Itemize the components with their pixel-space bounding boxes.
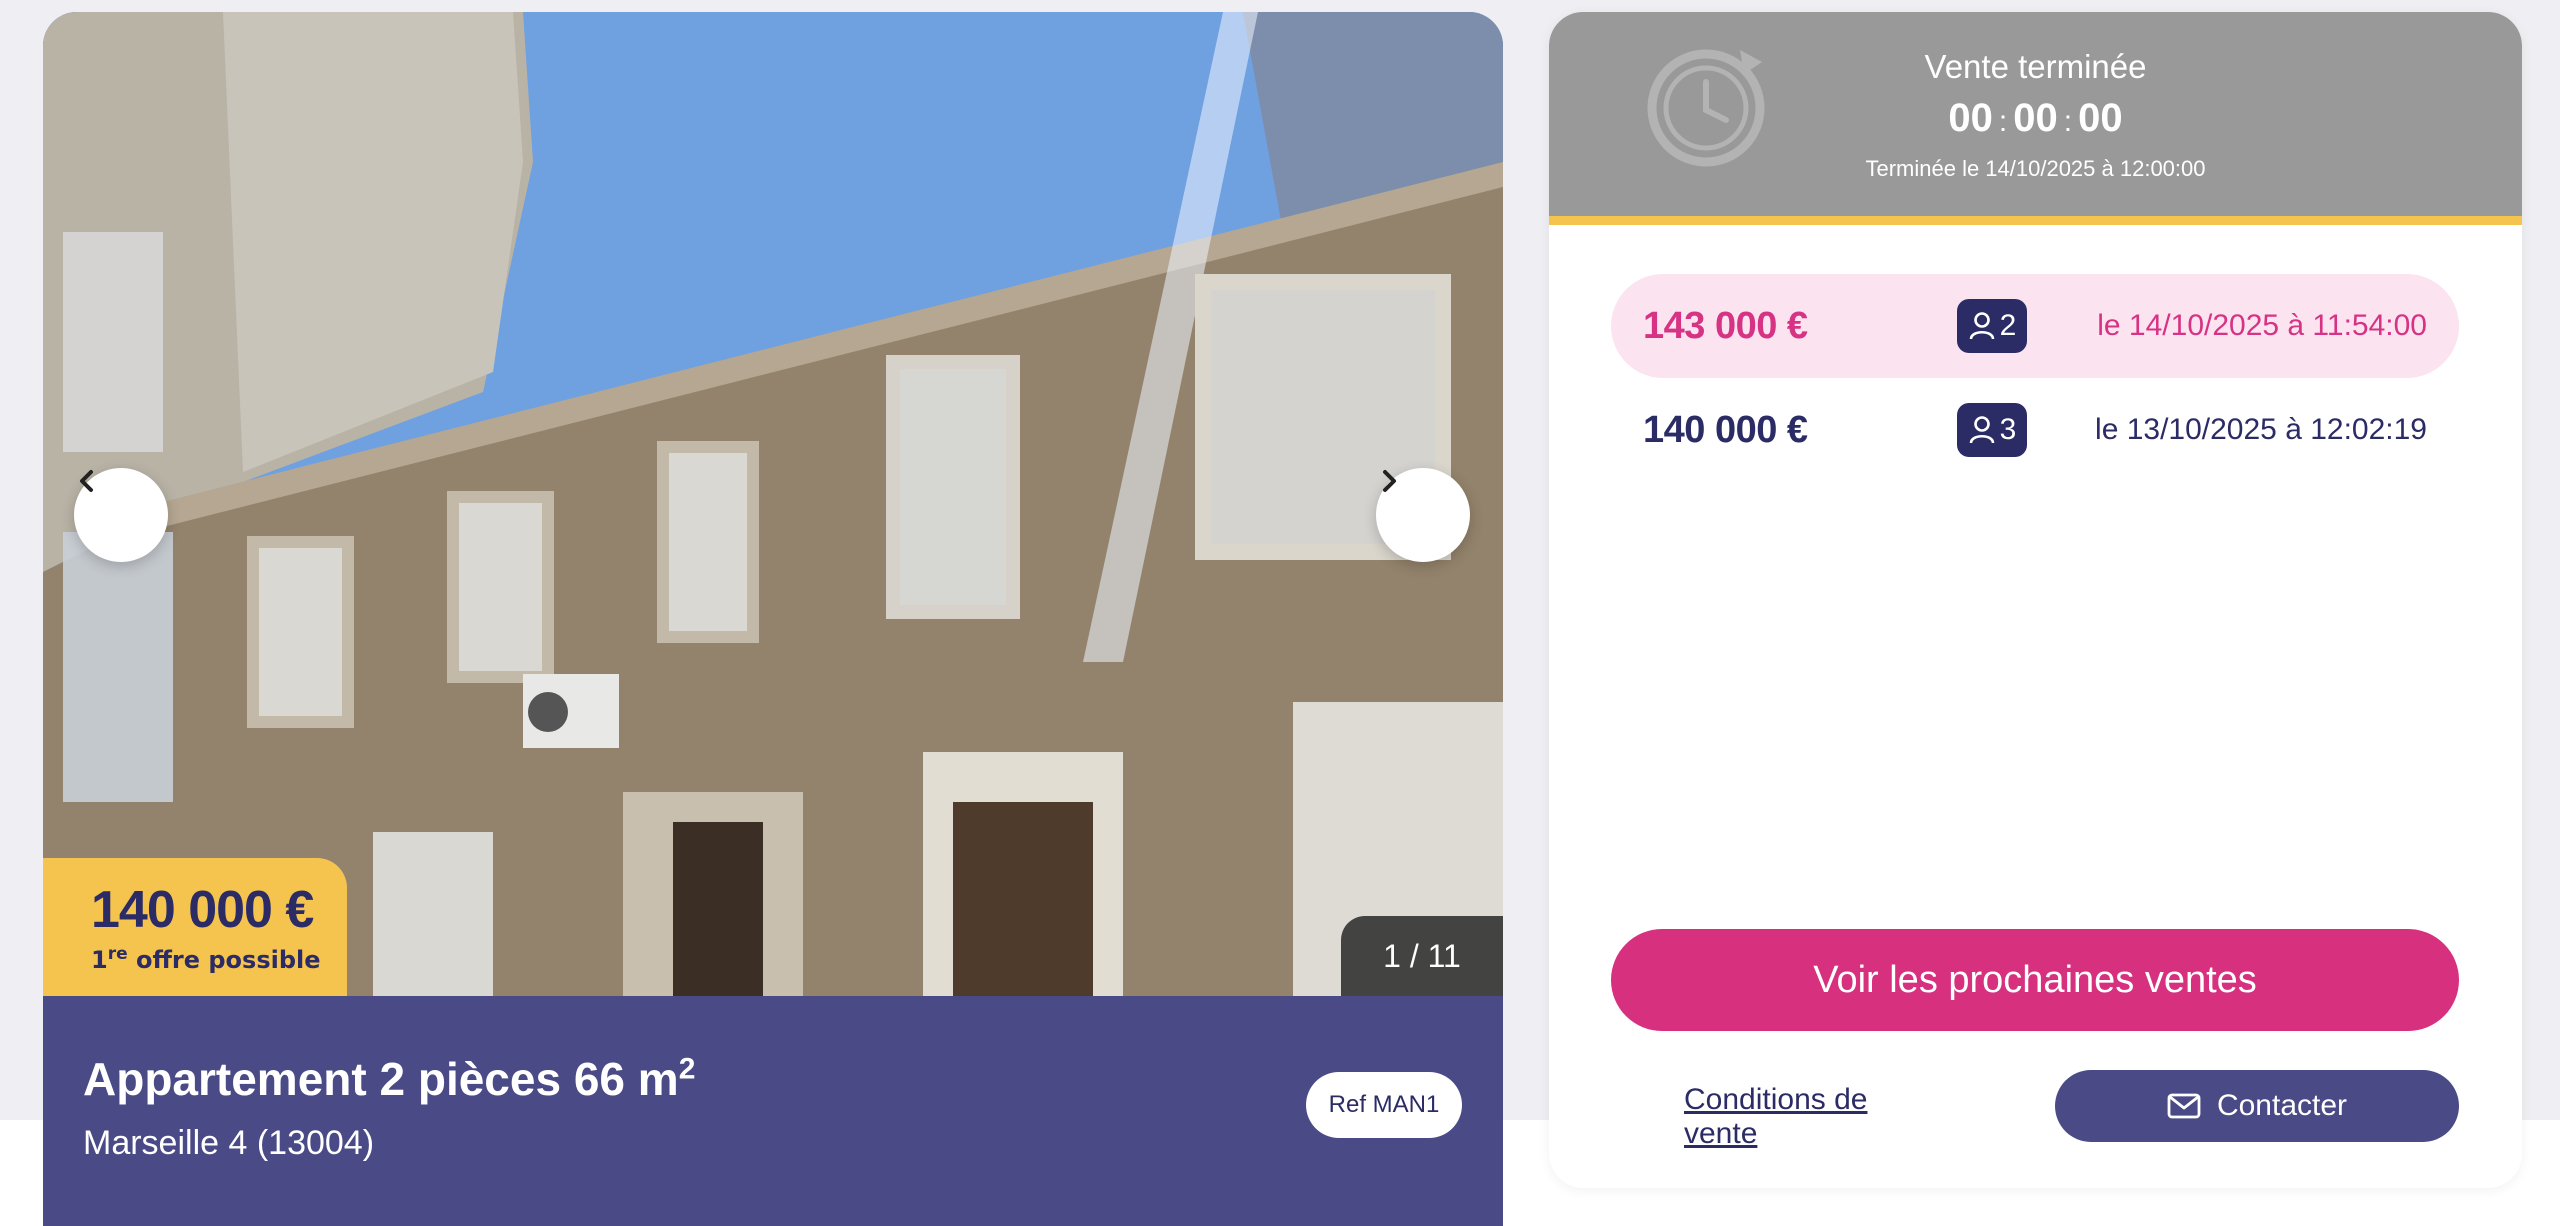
listing-title: Appartement 2 pièces 66 m2 — [83, 1052, 695, 1106]
user-icon — [1969, 312, 1994, 340]
bidder-count: 2 — [1999, 309, 2017, 342]
timer-separator: : — [1998, 105, 2008, 138]
bidder-count-badge: 2 — [1957, 299, 2027, 353]
bid-row: 140 000 € 3 le 13/10/2025 à 12:02:19 — [1611, 378, 2459, 482]
auction-ended-date: Terminée le 14/10/2025 à 12:00:00 — [1865, 156, 2206, 181]
auction-status-label: Vente terminée — [1924, 48, 2147, 85]
starting-price: 140 000 € — [91, 881, 314, 939]
timer-hours: 00 — [1948, 96, 1993, 140]
timer-separator: : — [2063, 105, 2073, 138]
bidder-count-badge: 3 — [1957, 403, 2027, 457]
bid-date: le 14/10/2025 à 11:54:00 — [2097, 309, 2427, 342]
timer-minutes: 00 — [2013, 96, 2058, 140]
bid-amount: 143 000 € — [1643, 305, 1808, 347]
upcoming-sales-button[interactable]: Voir les prochaines ventes — [1611, 929, 2459, 1031]
contact-label: Contacter — [2216, 1089, 2348, 1122]
listing-location: Marseille 4 (13004) — [83, 1124, 375, 1162]
bid-row: 143 000 € 2 le 14/10/2025 à 11:54:00 — [1611, 274, 2459, 378]
timer-seconds: 00 — [2078, 96, 2123, 140]
mail-icon — [2167, 1093, 2201, 1119]
chevron-right-icon — [1383, 470, 1396, 492]
first-offer-label: 1re offre possible — [91, 944, 347, 974]
bid-date: le 13/10/2025 à 12:02:19 — [2095, 413, 2427, 446]
auction-status-header: Vente terminée 00:00:00 Terminée le 14/1… — [1549, 12, 2522, 216]
listing-title-text: Appartement 2 pièces 66 m — [83, 1053, 679, 1105]
contact-button[interactable]: Contacter — [2055, 1070, 2459, 1142]
property-photo[interactable]: 140 000 € 1re offre possible 1 / 11 — [43, 12, 1503, 996]
bid-amount: 140 000 € — [1643, 409, 1808, 451]
first-offer-ordinal: re — [107, 944, 128, 964]
user-icon — [1969, 416, 1994, 444]
status-divider — [1549, 216, 2522, 225]
bidder-count: 3 — [1999, 413, 2017, 446]
building-illustration — [43, 12, 1503, 996]
price-badge: 140 000 € 1re offre possible — [43, 858, 347, 996]
previous-photo-button[interactable] — [74, 468, 168, 562]
chevron-left-icon — [80, 470, 93, 492]
auction-card: Vente terminée 00:00:00 Terminée le 14/1… — [1549, 12, 2522, 1188]
listing-card: 140 000 € 1re offre possible 1 / 11 Appa… — [43, 12, 1503, 1226]
sale-conditions-link[interactable]: Conditions de vente — [1684, 1082, 1946, 1152]
listing-info-bar: Appartement 2 pièces 66 m2 Marseille 4 (… — [43, 996, 1503, 1226]
countdown-timer: 00:00:00 — [1549, 96, 2522, 141]
first-offer-text: offre possible — [127, 946, 321, 974]
photo-counter: 1 / 11 — [1341, 916, 1503, 996]
first-offer-number: 1 — [91, 946, 108, 974]
next-photo-button[interactable] — [1376, 468, 1470, 562]
reference-button[interactable]: Ref MAN1 — [1306, 1072, 1462, 1138]
listing-title-unit-exponent: 2 — [678, 1052, 696, 1086]
